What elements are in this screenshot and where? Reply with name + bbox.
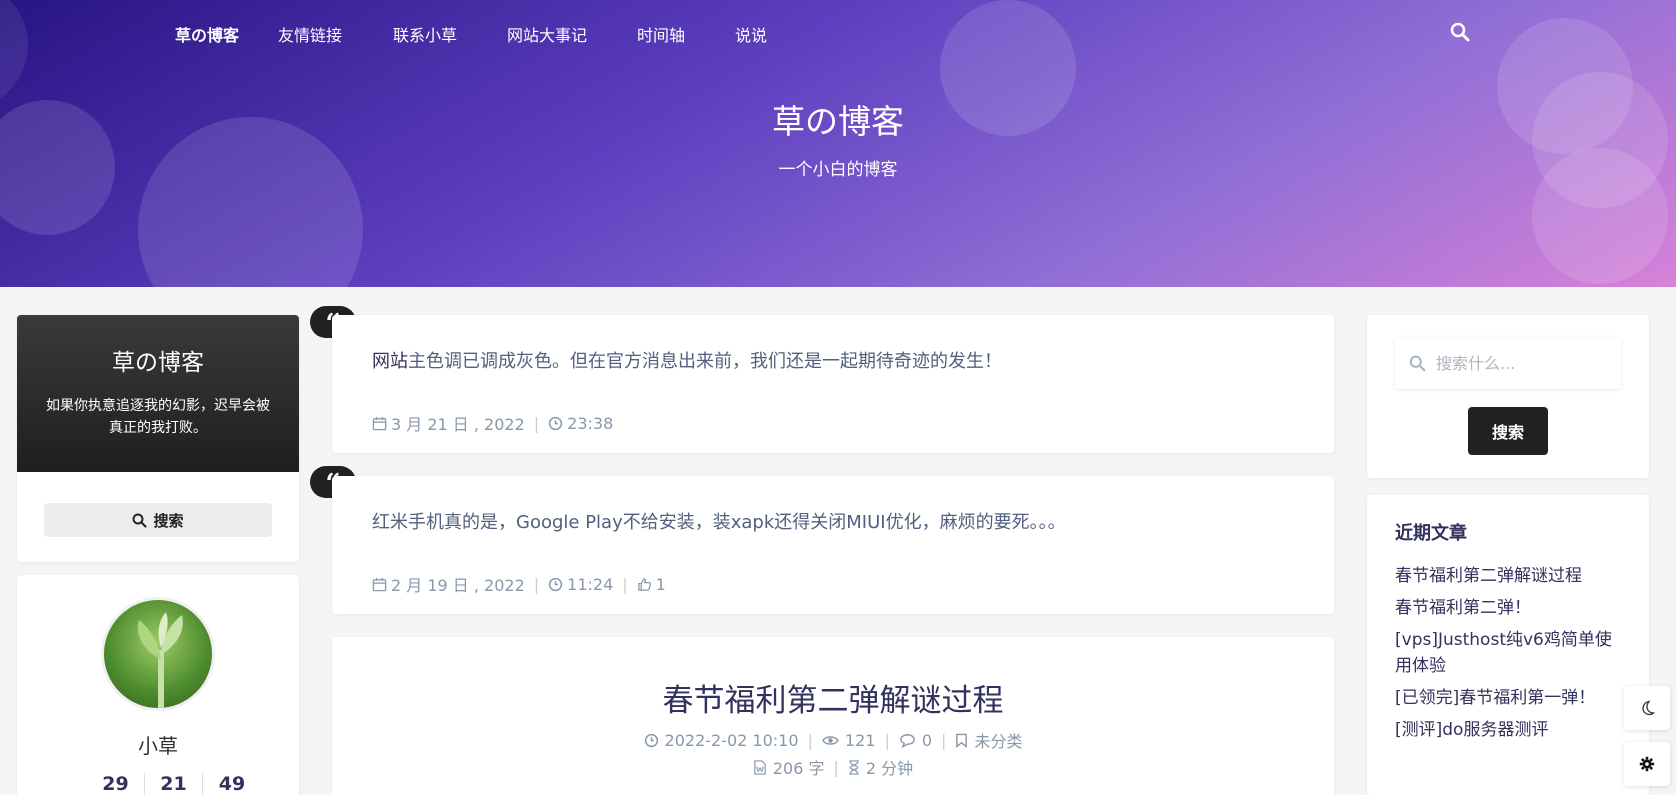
stat-posts[interactable]: 29 <box>87 773 145 795</box>
article-comments: 0 <box>921 730 933 750</box>
search-button[interactable]: 搜索 <box>1468 407 1548 455</box>
search-input-wrapper[interactable] <box>1395 337 1621 389</box>
talk-likes: 1 <box>655 574 666 594</box>
recent-post-link[interactable]: [vps]Justhost纯v6鸡简单使用体验 <box>1395 627 1621 679</box>
recent-post-link[interactable]: 春节福利第二弹解谜过程 <box>1395 563 1621 589</box>
site-title: 草の博客 <box>772 102 904 141</box>
nav-item-timeline[interactable]: 时间轴 <box>637 22 685 46</box>
talk-meta: 3 月 21 日 , 2022 | 23:38 <box>372 411 613 435</box>
top-nav: 草の博客 友情链接 联系小草 网站大事记 时间轴 说说 <box>0 0 1676 66</box>
intro-desc: 如果你执意追逐我的幻影，迟早会被真正的我打败。 <box>46 398 270 436</box>
search-widget: 搜索 <box>1367 315 1649 478</box>
nav-brand[interactable]: 草の博客 <box>175 22 239 46</box>
clock-icon <box>549 416 563 430</box>
recent-posts-title: 近期文章 <box>1395 523 1467 544</box>
profile-card: 小草 29 21 49 <box>17 575 299 795</box>
stat-tags[interactable]: 49 <box>203 773 261 795</box>
sidebar-search-button[interactable]: 搜索 <box>44 503 272 537</box>
recent-post-link[interactable]: [测评]do服务器测评 <box>1395 717 1621 743</box>
article-title[interactable]: 春节福利第二弹解谜过程 <box>332 675 1334 720</box>
nav-item-links[interactable]: 友情链接 <box>278 22 342 46</box>
recent-post-link[interactable]: 春节福利第二弹！ <box>1395 595 1621 621</box>
thumbs-up-icon[interactable] <box>637 577 652 592</box>
profile-name: 小草 <box>138 734 178 758</box>
article-stats: 206 字 | 2 分钟 <box>332 755 1334 779</box>
intro-header: 草の博客 如果你执意追逐我的幻影，迟早会被真正的我打败。 <box>17 315 299 472</box>
search-input[interactable] <box>1436 353 1616 373</box>
word-file-icon <box>754 759 766 775</box>
talk-text: 网站主色调已调成灰色。但在官方消息出来前，我们还是一起期待奇迹的发生！ <box>372 351 1002 372</box>
calendar-icon <box>372 416 387 430</box>
moon-icon <box>1642 700 1655 716</box>
profile-stats: 29 21 49 <box>87 773 261 795</box>
avatar[interactable] <box>101 597 215 711</box>
comment-icon <box>900 733 915 748</box>
search-icon <box>1409 355 1426 371</box>
talk-time: 11:24 <box>567 574 614 594</box>
intro-title: 草の博客 <box>112 350 204 376</box>
talk-date: 3 月 21 日 , 2022 <box>391 415 525 434</box>
hourglass-icon <box>849 759 859 775</box>
talk-post[interactable]: 网站主色调已调成灰色。但在官方消息出来前，我们还是一起期待奇迹的发生！ 3 月 … <box>332 315 1334 453</box>
nav-item-events[interactable]: 网站大事记 <box>507 22 587 46</box>
talk-time: 23:38 <box>567 413 614 433</box>
talk-meta: 2 月 19 日 , 2022 | 11:24 | 1 <box>372 572 666 596</box>
clock-icon <box>549 577 563 591</box>
recent-post-link[interactable]: [已领完]春节福利第一弹！ <box>1395 685 1621 711</box>
article-meta: 2022-2-02 10:10 | 121 | 0 | 未分类 <box>332 728 1334 752</box>
eye-icon <box>822 735 839 745</box>
clock-icon <box>644 733 658 747</box>
stat-categories[interactable]: 21 <box>145 773 203 795</box>
article-words: 206 字 <box>772 759 825 778</box>
calendar-icon <box>372 577 387 591</box>
article-views: 121 <box>844 730 876 750</box>
nav-item-contact[interactable]: 联系小草 <box>393 22 457 46</box>
search-icon <box>133 513 148 528</box>
talk-post[interactable]: 红米手机真的是，Google Play不给安装，装xapk还得关闭MIUI优化，… <box>332 476 1334 614</box>
talk-date: 2 月 19 日 , 2022 <box>391 576 525 595</box>
sidebar-search-label: 搜索 <box>153 511 184 530</box>
bookmark-icon <box>956 733 968 748</box>
search-icon[interactable] <box>1450 22 1470 42</box>
nav-item-talk[interactable]: 说说 <box>735 22 767 46</box>
article-card[interactable]: 春节福利第二弹解谜过程 2022-2-02 10:10 | 121 | 0 | … <box>332 637 1334 795</box>
gear-icon <box>1639 756 1655 772</box>
sidebar-intro-card: 草の博客 如果你执意追逐我的幻影，迟早会被真正的我打败。 搜索 <box>17 315 299 562</box>
site-subtitle: 一个小白的博客 <box>778 160 898 180</box>
talk-text: 红米手机真的是，Google Play不给安装，装xapk还得关闭MIUI优化，… <box>372 512 1066 533</box>
article-datetime: 2022-2-02 10:10 <box>664 730 799 750</box>
article-category[interactable]: 未分类 <box>974 728 1022 752</box>
article-read-time: 2 分钟 <box>865 759 914 778</box>
dark-mode-button[interactable] <box>1624 686 1670 730</box>
header-banner: 草の博客 友情链接 联系小草 网站大事记 时间轴 说说 草の博客 一个小白的博客 <box>0 0 1676 287</box>
recent-posts-widget: 近期文章 春节福利第二弹解谜过程 春节福利第二弹！ [vps]Justhost纯… <box>1367 495 1649 795</box>
settings-button[interactable] <box>1624 742 1670 786</box>
